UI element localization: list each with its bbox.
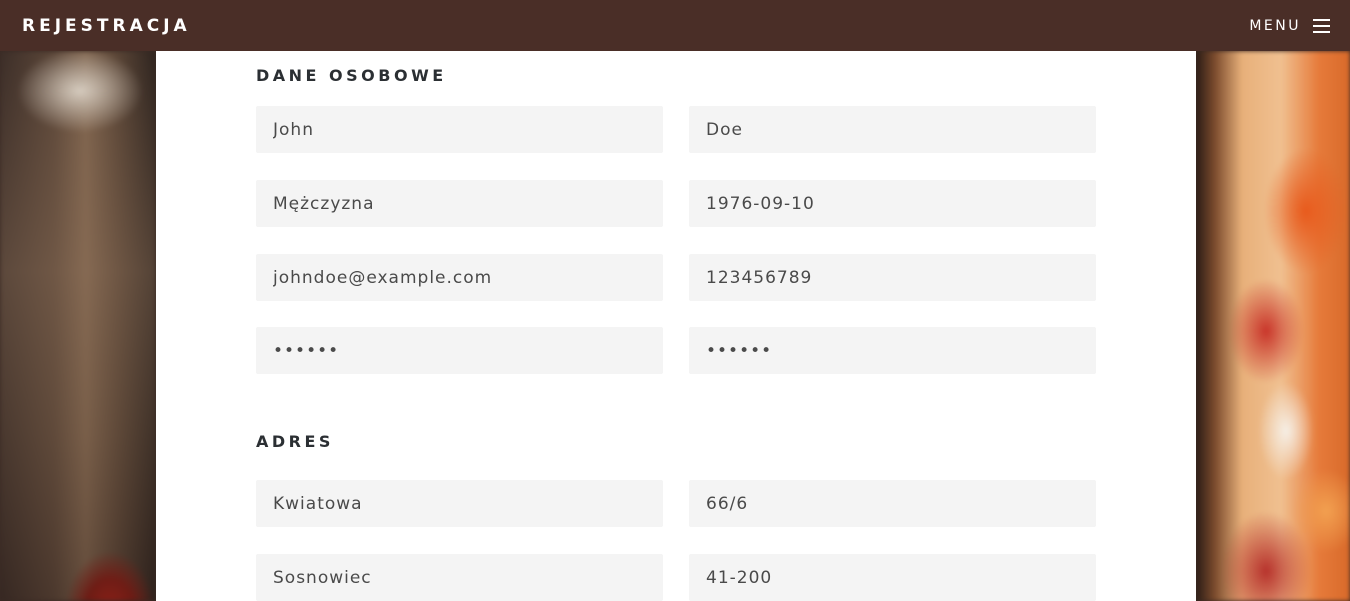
menu-label: MENU [1249, 17, 1301, 34]
password-confirm-field[interactable] [689, 327, 1096, 374]
background-image-left [0, 51, 156, 601]
registration-form: DANE OSOBOWE ADRES [156, 51, 1196, 601]
first-name-field[interactable] [256, 106, 663, 153]
phone-field[interactable] [689, 254, 1096, 301]
background-image-right [1196, 51, 1350, 601]
section-title-personal: DANE OSOBOWE [256, 66, 447, 85]
top-navbar: REJESTRACJA MENU [0, 0, 1350, 51]
section-title-address: ADRES [256, 432, 334, 451]
postal-code-field[interactable] [689, 554, 1096, 601]
city-field[interactable] [256, 554, 663, 601]
street-field[interactable] [256, 480, 663, 527]
email-field[interactable] [256, 254, 663, 301]
birth-date-field[interactable] [689, 180, 1096, 227]
house-number-field[interactable] [689, 480, 1096, 527]
last-name-field[interactable] [689, 106, 1096, 153]
password-field[interactable] [256, 327, 663, 374]
page-title[interactable]: REJESTRACJA [22, 16, 191, 36]
gender-field[interactable] [256, 180, 663, 227]
hamburger-icon [1313, 18, 1330, 33]
menu-button[interactable]: MENU [1249, 18, 1330, 34]
